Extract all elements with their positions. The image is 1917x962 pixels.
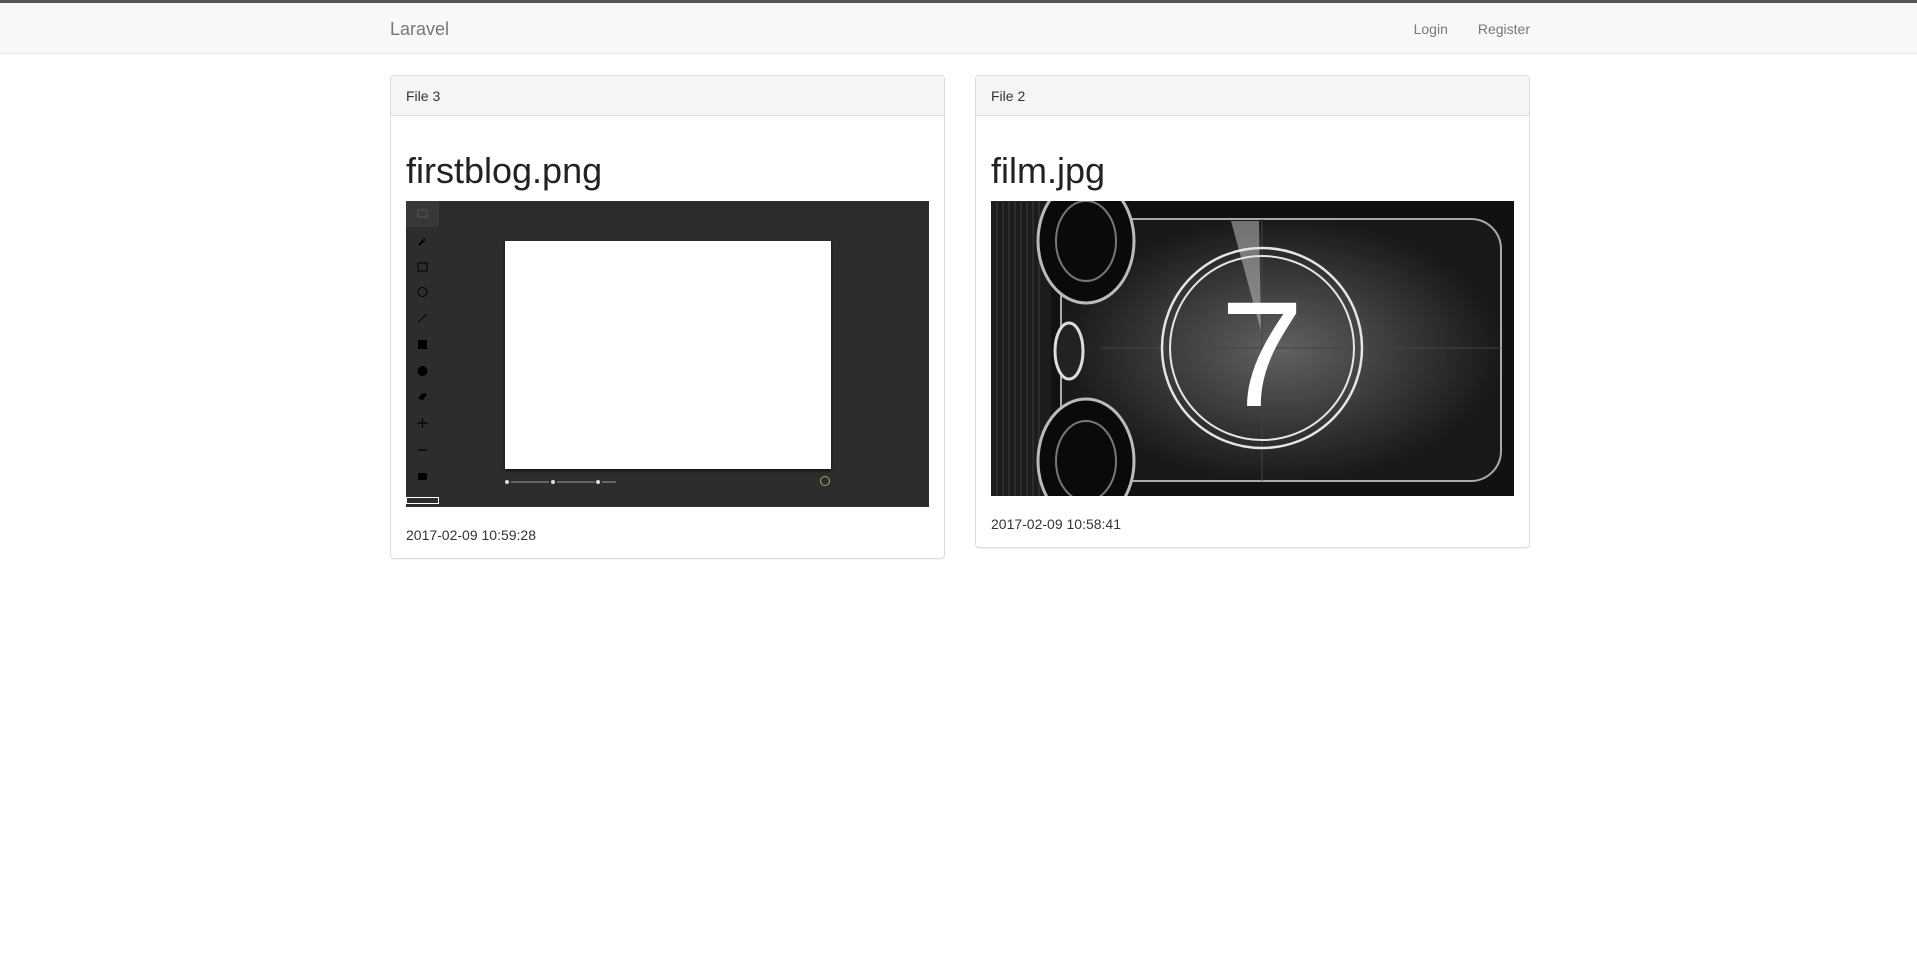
file-card: File 2 film.jpg 7 2017-02-09 10:58:41 xyxy=(975,75,1530,548)
file-card-heading: File 3 xyxy=(391,76,944,116)
file-date: 2017-02-09 10:59:28 xyxy=(406,527,536,543)
brand-link[interactable]: Laravel xyxy=(390,19,449,40)
file-image[interactable]: 7 xyxy=(991,201,1514,496)
paint-status-bar xyxy=(505,478,625,488)
nav-links: Login Register xyxy=(1414,21,1530,37)
file-card-heading: File 2 xyxy=(976,76,1529,116)
paint-toolbar xyxy=(406,201,439,507)
file-card-body: film.jpg 7 2017-02-09 10:58:41 xyxy=(976,116,1529,547)
navbar-container: Laravel Login Register xyxy=(390,3,1530,53)
paint-tool-icons xyxy=(406,201,439,480)
countdown-number: 7 xyxy=(1220,270,1303,438)
file-name: firstblog.png xyxy=(406,150,603,191)
navbar: Laravel Login Register xyxy=(0,3,1917,54)
add-icon xyxy=(820,476,830,486)
file-date: 2017-02-09 10:58:41 xyxy=(991,516,1121,532)
login-link[interactable]: Login xyxy=(1414,21,1448,37)
file-name: film.jpg xyxy=(991,150,1106,191)
paint-canvas xyxy=(505,241,831,469)
color-swatch xyxy=(406,497,439,504)
register-link[interactable]: Register xyxy=(1478,21,1530,37)
film-countdown-image: 7 xyxy=(991,201,1514,496)
file-card: File 3 firstblog.png 2017-02-09 10:59:28 xyxy=(390,75,945,559)
file-image[interactable] xyxy=(406,201,929,507)
paint-status-dots xyxy=(505,480,616,484)
file-card-body: firstblog.png 2017-02-09 10:59:28 xyxy=(391,116,944,558)
